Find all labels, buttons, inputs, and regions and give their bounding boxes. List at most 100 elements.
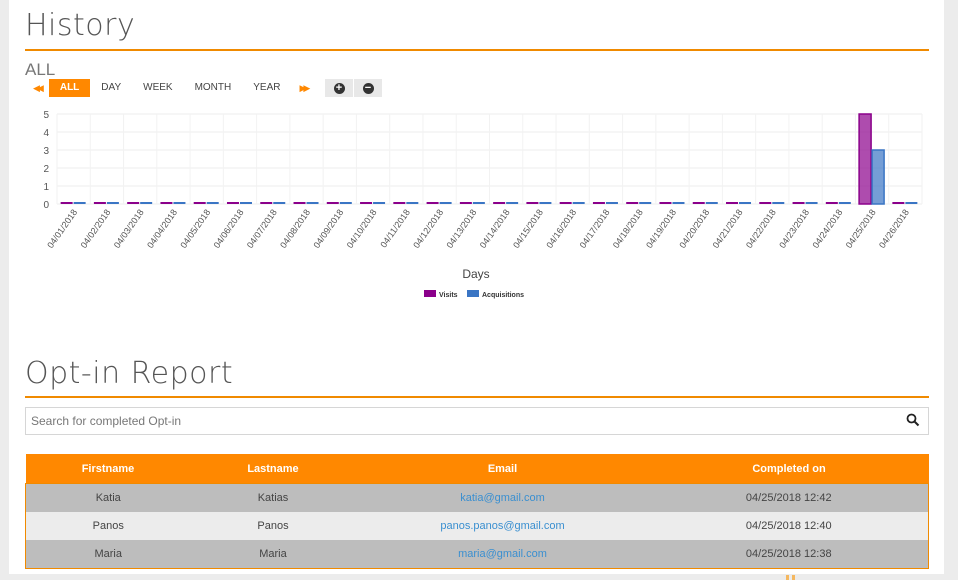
col-lastname[interactable]: Lastname bbox=[190, 454, 356, 484]
bar-visits[interactable] bbox=[858, 113, 872, 205]
y-tick-label: 4 bbox=[43, 128, 49, 139]
col-firstname[interactable]: Firstname bbox=[25, 454, 191, 484]
bar-visits[interactable] bbox=[293, 202, 306, 204]
bar-acquisitions[interactable] bbox=[705, 202, 718, 204]
x-tick-label: 04/07/2018 bbox=[245, 207, 279, 250]
table-row: Maria Maria maria@gmail.com 04/25/2018 1… bbox=[25, 540, 929, 569]
col-email[interactable]: Email bbox=[355, 454, 650, 484]
bar-acquisitions[interactable] bbox=[572, 202, 585, 204]
bar-visits[interactable] bbox=[825, 202, 838, 204]
bar-acquisitions[interactable] bbox=[306, 202, 319, 204]
bar-acquisitions[interactable] bbox=[406, 202, 419, 204]
bar-acquisitions[interactable] bbox=[539, 202, 552, 204]
cell-lastname: Maria bbox=[190, 540, 356, 569]
legend-label[interactable]: Acquisitions bbox=[482, 292, 524, 299]
x-tick-label: 04/26/2018 bbox=[877, 207, 911, 250]
bar-acquisitions[interactable] bbox=[439, 202, 452, 204]
x-tick-label: 04/20/2018 bbox=[677, 207, 711, 250]
y-tick-label: 5 bbox=[43, 110, 49, 121]
bar-visits[interactable] bbox=[659, 202, 672, 204]
bar-acquisitions[interactable] bbox=[273, 202, 286, 204]
bar-acquisitions[interactable] bbox=[339, 202, 352, 204]
bar-acquisitions[interactable] bbox=[605, 202, 618, 204]
bar-acquisitions[interactable] bbox=[239, 202, 252, 204]
legend-swatch-acquisitions bbox=[467, 290, 479, 297]
x-axis-label: Days bbox=[462, 267, 489, 281]
zoom-out-button[interactable]: − bbox=[354, 79, 382, 97]
email-link[interactable]: maria@gmail.com bbox=[458, 548, 547, 560]
email-link[interactable]: katia@gmail.com bbox=[460, 492, 545, 504]
main-panel: History ALL ◀◀ ALL DAY WEEK MONTH YEAR ▶… bbox=[9, 0, 944, 574]
bar-visits[interactable] bbox=[260, 202, 273, 204]
bar-visits[interactable] bbox=[526, 202, 539, 204]
bar-visits[interactable] bbox=[93, 202, 106, 204]
range-week-button[interactable]: WEEK bbox=[132, 79, 183, 97]
zoom-out-icon: − bbox=[362, 82, 374, 94]
x-tick-label: 04/08/2018 bbox=[278, 207, 312, 250]
bar-acquisitions[interactable] bbox=[373, 202, 386, 204]
cell-lastname: Panos bbox=[190, 512, 356, 540]
bar-visits[interactable] bbox=[426, 202, 439, 204]
x-tick-label: 04/01/2018 bbox=[45, 207, 79, 250]
bar-visits[interactable] bbox=[160, 202, 173, 204]
legend-swatch-visits bbox=[424, 290, 436, 297]
cell-email: maria@gmail.com bbox=[355, 540, 650, 569]
bar-acquisitions[interactable] bbox=[871, 149, 885, 205]
bar-acquisitions[interactable] bbox=[506, 202, 519, 204]
bar-acquisitions[interactable] bbox=[838, 202, 851, 204]
bar-visits[interactable] bbox=[459, 202, 472, 204]
legend-label[interactable]: Visits bbox=[439, 292, 458, 299]
x-tick-label: 04/13/2018 bbox=[444, 207, 478, 250]
bar-visits[interactable] bbox=[127, 202, 140, 204]
bar-visits[interactable] bbox=[692, 202, 705, 204]
bar-visits[interactable] bbox=[892, 202, 905, 204]
bar-visits[interactable] bbox=[326, 202, 339, 204]
bar-acquisitions[interactable] bbox=[73, 202, 86, 204]
bar-visits[interactable] bbox=[726, 202, 739, 204]
range-label: ALL bbox=[25, 60, 56, 79]
bar-acquisitions[interactable] bbox=[106, 202, 119, 204]
range-year-button[interactable]: YEAR bbox=[242, 79, 291, 97]
bar-acquisitions[interactable] bbox=[739, 202, 752, 204]
range-month-button[interactable]: MONTH bbox=[184, 79, 243, 97]
history-chart: 012345 04/01/2018 04/02/2018 04/03/2018 04/… bbox=[43, 110, 923, 299]
bar-visits[interactable] bbox=[792, 202, 805, 204]
bar-acquisitions[interactable] bbox=[672, 202, 685, 204]
bar-visits[interactable] bbox=[226, 202, 239, 204]
bar-visits[interactable] bbox=[393, 202, 406, 204]
email-link[interactable]: panos.panos@gmail.com bbox=[440, 520, 564, 532]
bar-visits[interactable] bbox=[493, 202, 506, 204]
bar-acquisitions[interactable] bbox=[905, 202, 918, 204]
table-row: Panos Panos panos.panos@gmail.com 04/25/… bbox=[25, 512, 929, 540]
x-tick-label: 04/16/2018 bbox=[544, 207, 578, 250]
bar-visits[interactable] bbox=[60, 202, 73, 204]
bar-acquisitions[interactable] bbox=[472, 202, 485, 204]
optin-search-input[interactable] bbox=[26, 408, 896, 434]
bar-visits[interactable] bbox=[759, 202, 772, 204]
x-tick-label: 04/09/2018 bbox=[311, 207, 345, 250]
bar-acquisitions[interactable] bbox=[772, 202, 785, 204]
bar-acquisitions[interactable] bbox=[639, 202, 652, 204]
bar-visits[interactable] bbox=[592, 202, 605, 204]
x-tick-label: 04/06/2018 bbox=[212, 207, 246, 250]
range-day-button[interactable]: DAY bbox=[90, 79, 132, 97]
x-tick-label: 04/11/2018 bbox=[378, 207, 412, 249]
bar-acquisitions[interactable] bbox=[206, 202, 219, 204]
col-completed-on[interactable]: Completed on bbox=[649, 454, 929, 484]
range-all-button[interactable]: ALL bbox=[48, 79, 91, 97]
optin-table: Firstname Lastname Email Completed on Ka… bbox=[25, 454, 929, 569]
bar-acquisitions[interactable] bbox=[805, 202, 818, 204]
bar-visits[interactable] bbox=[193, 202, 206, 204]
y-tick-label: 1 bbox=[43, 182, 49, 193]
bar-acquisitions[interactable] bbox=[140, 202, 153, 204]
zoom-controls: + − bbox=[325, 79, 382, 97]
bar-visits[interactable] bbox=[360, 202, 373, 204]
bar-visits[interactable] bbox=[626, 202, 639, 204]
fast-forward-icon[interactable]: ▶▶ bbox=[291, 83, 315, 94]
search-icon[interactable] bbox=[906, 413, 920, 427]
x-tick-label: 04/24/2018 bbox=[810, 207, 844, 250]
bar-acquisitions[interactable] bbox=[173, 202, 186, 204]
rewind-icon[interactable]: ◀◀ bbox=[25, 83, 49, 94]
zoom-in-button[interactable]: + bbox=[325, 79, 353, 97]
bar-visits[interactable] bbox=[559, 202, 572, 204]
